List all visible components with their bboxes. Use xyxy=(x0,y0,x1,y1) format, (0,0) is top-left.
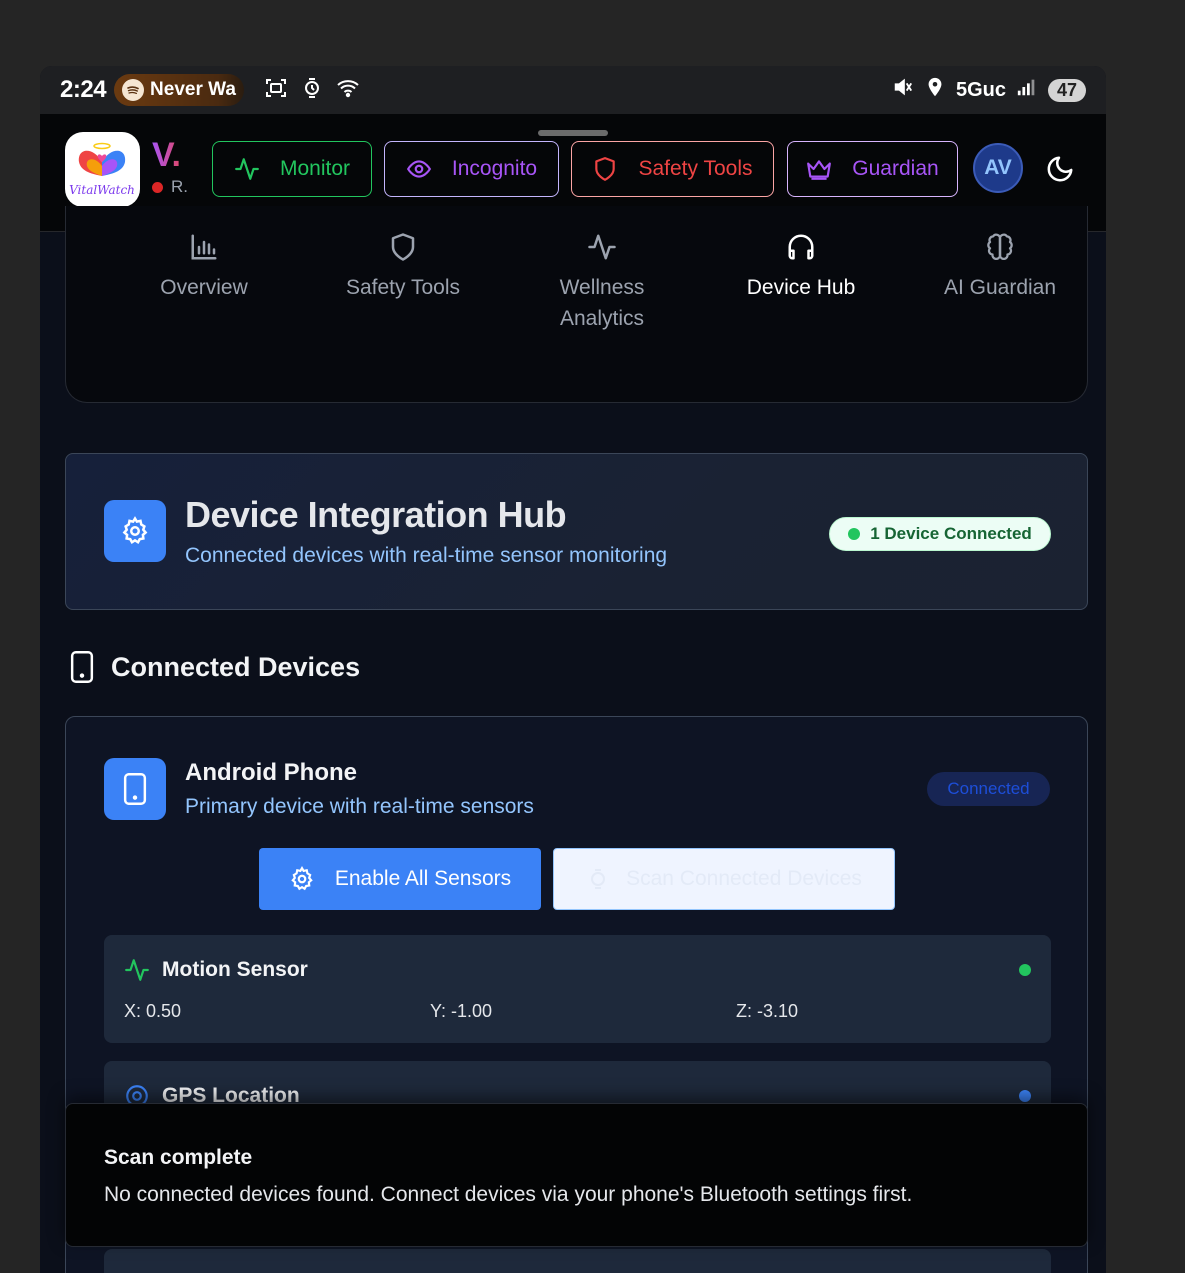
drag-handle[interactable] xyxy=(538,130,608,136)
settings-icon xyxy=(104,500,166,562)
tab-ai-guardian[interactable]: AI Guardian xyxy=(900,232,1100,303)
tab-safety-tools-label: Safety Tools xyxy=(345,276,460,299)
tab-overview-label: Overview xyxy=(160,276,248,299)
activity-icon xyxy=(125,959,149,981)
media-pill-text: Never Wa xyxy=(150,79,236,100)
shield-icon xyxy=(595,157,616,181)
status-badge-label: 1 Device Connected xyxy=(870,524,1032,543)
safety-tools-button[interactable]: Safety Tools xyxy=(571,141,774,197)
sensor-panel xyxy=(104,1249,1051,1273)
user-initial: R. xyxy=(171,177,188,196)
eye-icon xyxy=(406,160,431,178)
motion-x-value: X: 0.50 xyxy=(124,1001,182,1021)
guardian-button[interactable]: Guardian xyxy=(787,141,958,197)
bar-chart-icon xyxy=(191,234,217,260)
activity-icon xyxy=(588,234,616,260)
page-title: Device Integration Hub xyxy=(185,494,567,535)
logo-wordmark: VitalWatch xyxy=(69,183,135,197)
motion-z-value: Z: -3.10 xyxy=(736,1001,799,1021)
moon-icon[interactable] xyxy=(1045,154,1075,184)
watch-icon xyxy=(300,76,324,105)
device-status-badge: Connected xyxy=(927,772,1050,806)
motion-status-dot xyxy=(1019,964,1031,976)
status-dot xyxy=(152,181,163,193)
wifi-icon xyxy=(336,76,360,105)
scan-connected-devices-button[interactable]: Scan Connected Devices xyxy=(553,848,895,910)
tab-device-hub[interactable]: Device Hub xyxy=(701,232,901,303)
toast-notification[interactable]: Scan complete No connected devices found… xyxy=(65,1103,1088,1247)
incognito-label: Incognito xyxy=(451,157,538,180)
motion-sensor-panel: Motion Sensor X: 0.50 Y: -1.00 Z: -3.10 xyxy=(104,935,1051,1043)
user-status: R. xyxy=(152,177,188,197)
shield-icon xyxy=(391,233,415,261)
device-name: Android Phone xyxy=(185,759,357,786)
motion-sensor-label: Motion Sensor xyxy=(162,958,308,981)
section-heading-label: Connected Devices xyxy=(111,651,361,682)
spotify-icon xyxy=(122,79,145,101)
smartphone-icon xyxy=(70,651,94,683)
scan-connected-devices-label: Scan Connected Devices xyxy=(626,867,862,890)
tab-device-hub-label: Device Hub xyxy=(746,276,856,299)
mute-icon xyxy=(892,76,914,104)
headphones-icon xyxy=(788,234,814,260)
app-logo[interactable]: VitalWatch xyxy=(65,132,140,207)
enable-all-sensors-button[interactable]: Enable All Sensors xyxy=(259,848,541,910)
smartphone-icon xyxy=(104,758,166,820)
tab-safety-tools[interactable]: Safety Tools xyxy=(303,232,503,303)
toast-title: Scan complete xyxy=(104,1146,253,1169)
monitor-label: Monitor xyxy=(279,157,351,180)
status-badge: 1 Device Connected xyxy=(829,517,1051,551)
tab-overview[interactable]: Overview xyxy=(104,232,304,303)
status-bar: 2:24 Never Wa 5Guc 47 xyxy=(40,66,1106,114)
tab-wellness-analytics[interactable]: Wellness Analytics xyxy=(502,232,702,334)
network-label: 5Guc xyxy=(955,78,1006,101)
tab-bar: Overview Safety Tools Wellness Analytics… xyxy=(65,206,1088,403)
guardian-label: Guardian xyxy=(852,157,939,180)
toast-message: No connected devices found. Connect devi… xyxy=(104,1183,913,1206)
tab-wellness-analytics-label: Wellness Analytics xyxy=(559,276,645,330)
status-time: 2:24 xyxy=(60,76,107,103)
device-hub-hero: Device Integration Hub Connected devices… xyxy=(65,453,1088,610)
brand: V. R. xyxy=(152,136,188,197)
tab-ai-guardian-label: AI Guardian xyxy=(943,276,1057,299)
safety-tools-label: Safety Tools xyxy=(638,157,753,180)
incognito-button[interactable]: Incognito xyxy=(384,141,559,197)
device-description: Primary device with real-time sensors xyxy=(185,795,534,818)
status-dot xyxy=(848,528,861,540)
settings-icon xyxy=(291,866,313,891)
watch-icon xyxy=(591,869,606,889)
phone-screen: 2:24 Never Wa 5Guc 47 VitalWatch V. R. M… xyxy=(40,66,1106,1273)
enable-all-sensors-label: Enable All Sensors xyxy=(334,867,512,890)
location-icon xyxy=(924,76,946,104)
avatar[interactable]: AV xyxy=(973,143,1023,193)
battery-indicator: 47 xyxy=(1048,78,1086,102)
monitor-button[interactable]: Monitor xyxy=(212,141,372,197)
activity-icon xyxy=(235,158,259,180)
section-heading: Connected Devices xyxy=(69,651,360,683)
brand-initial: V. xyxy=(152,136,188,175)
brain-icon xyxy=(987,233,1013,260)
screenshot-icon xyxy=(264,76,288,105)
motion-y-value: Y: -1.00 xyxy=(430,1001,493,1021)
motion-sensor-title: Motion Sensor xyxy=(124,957,308,983)
media-pill[interactable]: Never Wa xyxy=(114,74,245,106)
signal-icon xyxy=(1016,76,1038,104)
crown-icon xyxy=(807,160,832,180)
page-subtitle: Connected devices with real-time sensor … xyxy=(185,544,668,567)
gps-status-dot xyxy=(1019,1090,1031,1102)
